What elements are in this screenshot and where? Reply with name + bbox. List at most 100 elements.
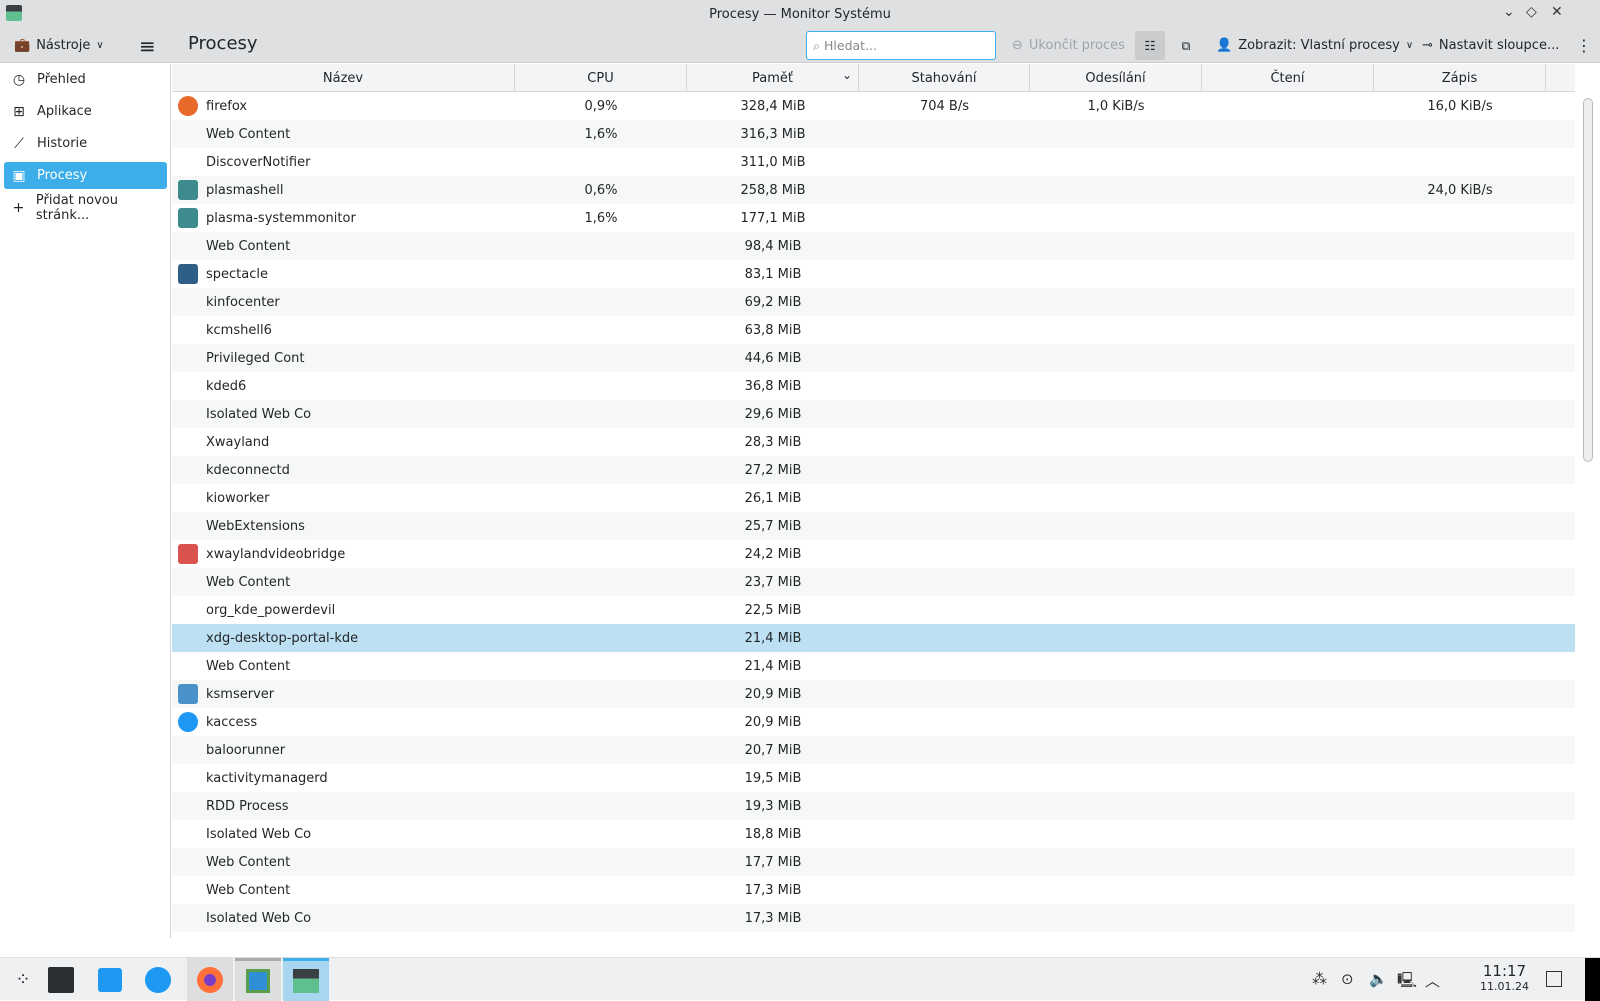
cell-read <box>1202 764 1374 792</box>
cell-write <box>1374 736 1546 764</box>
table-row[interactable]: DiscoverNotifier 311,0 MiB <box>172 148 1575 176</box>
cell-text: 311,0 MiB <box>740 154 806 170</box>
cell-write <box>1374 204 1546 232</box>
sidebar-item-history[interactable]: ⟋ Historie <box>4 130 167 157</box>
show-desktop-icon[interactable] <box>1546 971 1562 987</box>
table-row[interactable]: Web Content 23,7 MiB <box>172 568 1575 596</box>
table-row[interactable]: kinfocenter 69,2 MiB <box>172 288 1575 316</box>
task-discover[interactable] <box>87 958 133 1001</box>
sidebar-item-overview[interactable]: ◷ Přehled <box>4 66 167 93</box>
table-row[interactable]: plasmashell 0,6% 258,8 MiB 24,0 KiB/s <box>172 176 1575 204</box>
column-header-upload[interactable]: Odesílání <box>1030 64 1202 92</box>
table-row[interactable]: xwaylandvideobridge 24,2 MiB <box>172 540 1575 568</box>
sidebar-item-applications[interactable]: ⊞ Aplikace <box>4 98 167 125</box>
task-firefox[interactable] <box>187 958 233 1001</box>
table-row[interactable]: Web Content 1,6% 316,3 MiB <box>172 120 1575 148</box>
more-menu-icon[interactable]: ⋮ <box>1576 28 1592 63</box>
table-row[interactable]: Web Content 21,4 MiB <box>172 652 1575 680</box>
cell-cpu: 0,9% <box>515 92 687 120</box>
cell-text: kdeconnectd <box>206 462 290 478</box>
table-row[interactable]: kactivitymanagerd 19,5 MiB <box>172 764 1575 792</box>
table-row[interactable]: kaccess 20,9 MiB <box>172 708 1575 736</box>
process-icon <box>178 544 198 564</box>
media-play-icon[interactable]: ⊙ <box>1341 970 1354 988</box>
cell-text: Web Content <box>206 574 291 590</box>
table-row[interactable]: plasma-systemmonitor 1,6% 177,1 MiB <box>172 204 1575 232</box>
network-share-icon[interactable]: ⁂ <box>1312 970 1327 988</box>
table-row[interactable]: Isolated Web Co 29,6 MiB <box>172 400 1575 428</box>
hamburger-menu-icon[interactable]: ≡ <box>139 28 156 63</box>
cell-cpu <box>515 372 687 400</box>
table-row[interactable]: xdg-desktop-portal-kde 21,4 MiB <box>172 624 1575 652</box>
table-row[interactable]: Isolated Web Co 17,3 MiB <box>172 904 1575 932</box>
table-row[interactable]: kdeconnectd 27,2 MiB <box>172 456 1575 484</box>
task-kde-connect[interactable] <box>135 958 181 1001</box>
sidebar-item-label: Přidat novou stránk... <box>35 192 119 223</box>
show-filter-dropdown[interactable]: 👤 Zobrazit: Vlastní procesy ∨ <box>1216 28 1413 63</box>
column-header-write[interactable]: Zápis <box>1374 64 1546 92</box>
vertical-scrollbar[interactable] <box>1583 98 1593 462</box>
task-settings[interactable] <box>38 958 84 1001</box>
table-row[interactable]: kcmshell6 63,8 MiB <box>172 316 1575 344</box>
table-row[interactable]: kioworker 26,1 MiB <box>172 484 1575 512</box>
tree-view-button[interactable]: ⧉ <box>1171 31 1201 60</box>
cell-text: Web Content <box>206 854 291 870</box>
volume-icon[interactable]: 🔈 <box>1369 970 1388 988</box>
column-header-cpu[interactable]: CPU <box>515 64 687 92</box>
cell-read <box>1202 92 1374 120</box>
close-icon[interactable]: ✕ <box>1551 4 1563 20</box>
table-row[interactable]: Web Content 17,7 MiB <box>172 848 1575 876</box>
window-title: Procesy — Monitor Systému <box>709 6 891 22</box>
table-row[interactable]: Web Content 98,4 MiB <box>172 232 1575 260</box>
table-row[interactable]: Xwayland 28,3 MiB <box>172 428 1575 456</box>
table-row[interactable]: spectacle 83,1 MiB <box>172 260 1575 288</box>
cell-read <box>1202 288 1374 316</box>
cell-name: kaccess <box>172 708 515 736</box>
cell-write <box>1374 680 1546 708</box>
list-view-button[interactable]: ☷ <box>1135 31 1165 60</box>
cell-read <box>1202 484 1374 512</box>
kill-process-button[interactable]: ⊖ Ukončit proces <box>1012 28 1125 63</box>
table-row[interactable]: kded6 36,8 MiB <box>172 372 1575 400</box>
task-system-monitor[interactable] <box>283 958 329 1001</box>
chevron-up-icon[interactable]: ︿ <box>1425 970 1440 991</box>
column-header-memory[interactable]: Paměť ⌄ <box>687 64 859 92</box>
table-row[interactable]: Privileged Cont 44,6 MiB <box>172 344 1575 372</box>
task-kinfocenter[interactable] <box>235 958 281 1001</box>
cell-cpu <box>515 456 687 484</box>
cell-read <box>1202 652 1374 680</box>
network-icon[interactable]: 🖳 <box>1397 970 1417 995</box>
tools-menu-button[interactable]: 💼 Nástroje ∨ <box>14 28 104 63</box>
table-row[interactable]: org_kde_powerdevil 22,5 MiB <box>172 596 1575 624</box>
cell-read <box>1202 232 1374 260</box>
table-row[interactable]: RDD Process 19,3 MiB <box>172 792 1575 820</box>
maximize-icon[interactable]: ◇ <box>1526 4 1537 20</box>
column-header-name[interactable]: Název <box>172 64 515 92</box>
sidebar-item-add-page[interactable]: + Přidat novou stránk... <box>4 192 167 223</box>
configure-columns-button[interactable]: ⊸ Nastavit sloupce... <box>1422 28 1559 63</box>
table-row[interactable]: firefox 0,9% 328,4 MiB 704 B/s 1,0 KiB/s 16,0… <box>172 92 1575 120</box>
table-row[interactable]: WebExtensions 25,7 MiB <box>172 512 1575 540</box>
table-row[interactable]: ksmserver 20,9 MiB <box>172 680 1575 708</box>
search-input[interactable]: ⌕ Hledat... <box>806 31 996 60</box>
cell-cpu: 1,6% <box>515 120 687 148</box>
process-icon <box>178 824 198 844</box>
column-header-download[interactable]: Stahování <box>859 64 1030 92</box>
cell-cpu <box>515 680 687 708</box>
process-icon <box>178 124 198 144</box>
cell-write <box>1374 568 1546 596</box>
cell-text: Isolated Web Co <box>206 910 312 926</box>
table-header: Název CPU Paměť ⌄ Stahování Odesílání Čtení Záp… <box>172 64 1575 92</box>
sidebar-item-processes[interactable]: ▣ Procesy <box>4 162 167 189</box>
clock[interactable]: 11:17 11.01.24 <box>1480 962 1529 993</box>
table-row[interactable]: Isolated Web Co 18,8 MiB <box>172 820 1575 848</box>
cell-text: 0,9% <box>584 98 618 114</box>
cell-upload <box>1030 680 1202 708</box>
cell-read <box>1202 568 1374 596</box>
cell-upload <box>1030 540 1202 568</box>
cell-cpu <box>515 260 687 288</box>
column-header-read[interactable]: Čtení <box>1202 64 1374 92</box>
minimize-icon[interactable]: ⌄ <box>1503 4 1515 20</box>
table-row[interactable]: Web Content 17,3 MiB <box>172 876 1575 904</box>
table-row[interactable]: baloorunner 20,7 MiB <box>172 736 1575 764</box>
